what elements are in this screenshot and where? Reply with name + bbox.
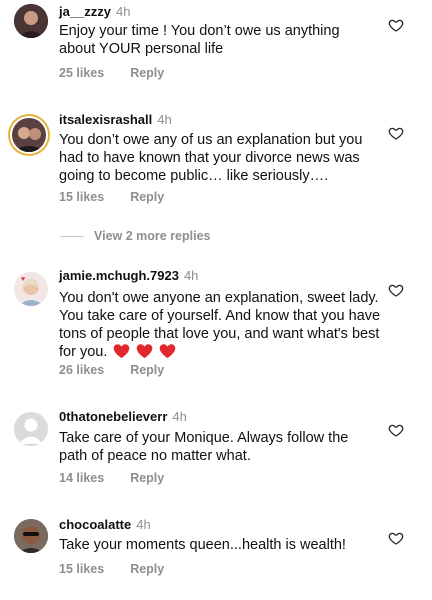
comment-text-body: You don't owe anyone an explanation, swe… [59,290,381,360]
comment-header: 0thatonebelieverr 4h [59,409,187,425]
username[interactable]: ja__zzzy [59,4,111,19]
likes-count[interactable]: 14 likes [59,471,104,485]
heart-outline-icon[interactable] [388,422,404,438]
username[interactable]: 0thatonebelieverr [59,409,167,424]
username[interactable]: jamie.mchugh.7923 [59,268,179,283]
heart-outline-icon[interactable] [388,17,404,33]
reply-button[interactable]: Reply [130,471,164,485]
comment-meta: 15 likes Reply [59,562,164,576]
divider [60,235,84,237]
avatar[interactable] [12,118,46,152]
avatar[interactable] [14,412,48,446]
comment-text: You don't owe anyone an explanation, swe… [59,289,383,361]
username[interactable]: chocoalatte [59,517,131,532]
heart-outline-icon[interactable] [388,282,404,298]
likes-count[interactable]: 15 likes [59,562,104,576]
comment-text: Take care of your Monique. Always follow… [59,430,349,464]
avatar[interactable] [14,519,48,553]
timestamp: 4h [183,268,199,283]
likes-count[interactable]: 26 likes [59,363,104,377]
avatar[interactable]: ♥ [14,272,48,306]
reply-button[interactable]: Reply [130,190,164,204]
username[interactable]: itsalexisrashall [59,112,152,127]
comment-text: Enjoy your time ! You don’t owe us anyth… [59,23,340,57]
likes-count[interactable]: 25 likes [59,66,104,80]
timestamp: 4h [172,409,187,424]
reply-button[interactable]: Reply [130,363,164,377]
comment-meta: 26 likes Reply [59,363,164,377]
svg-text:♥: ♥ [21,276,25,283]
red-heart-emoji-icon [137,344,153,359]
likes-count[interactable]: 15 likes [59,190,104,204]
view-replies-label: View 2 more replies [94,229,211,243]
red-heart-emoji-icon [114,344,130,359]
reply-button[interactable]: Reply [130,562,164,576]
heart-outline-icon[interactable] [388,530,404,546]
comment-header: ja__zzzy 4h [59,4,131,20]
red-heart-emoji-icon [160,344,176,359]
avatar[interactable] [14,4,48,38]
comment-meta: 14 likes Reply [59,471,164,485]
comment-meta: 15 likes Reply [59,190,164,204]
comment-meta: 25 likes Reply [59,66,164,80]
timestamp: 4h [136,517,151,532]
heart-outline-icon[interactable] [388,125,404,141]
view-more-replies-button[interactable]: View 2 more replies [60,229,211,243]
comment-header: chocoalatte 4h [59,517,151,533]
reply-button[interactable]: Reply [130,66,164,80]
comment-header: itsalexisrashall 4h [59,112,172,128]
comment-text: Take your moments queen...health is weal… [59,537,346,553]
comment-text: You don’t owe any of us an explanation b… [59,132,363,184]
timestamp: 4h [116,4,131,19]
timestamp: 4h [157,112,172,127]
comment-header: jamie.mchugh.7923 4h [59,268,198,284]
